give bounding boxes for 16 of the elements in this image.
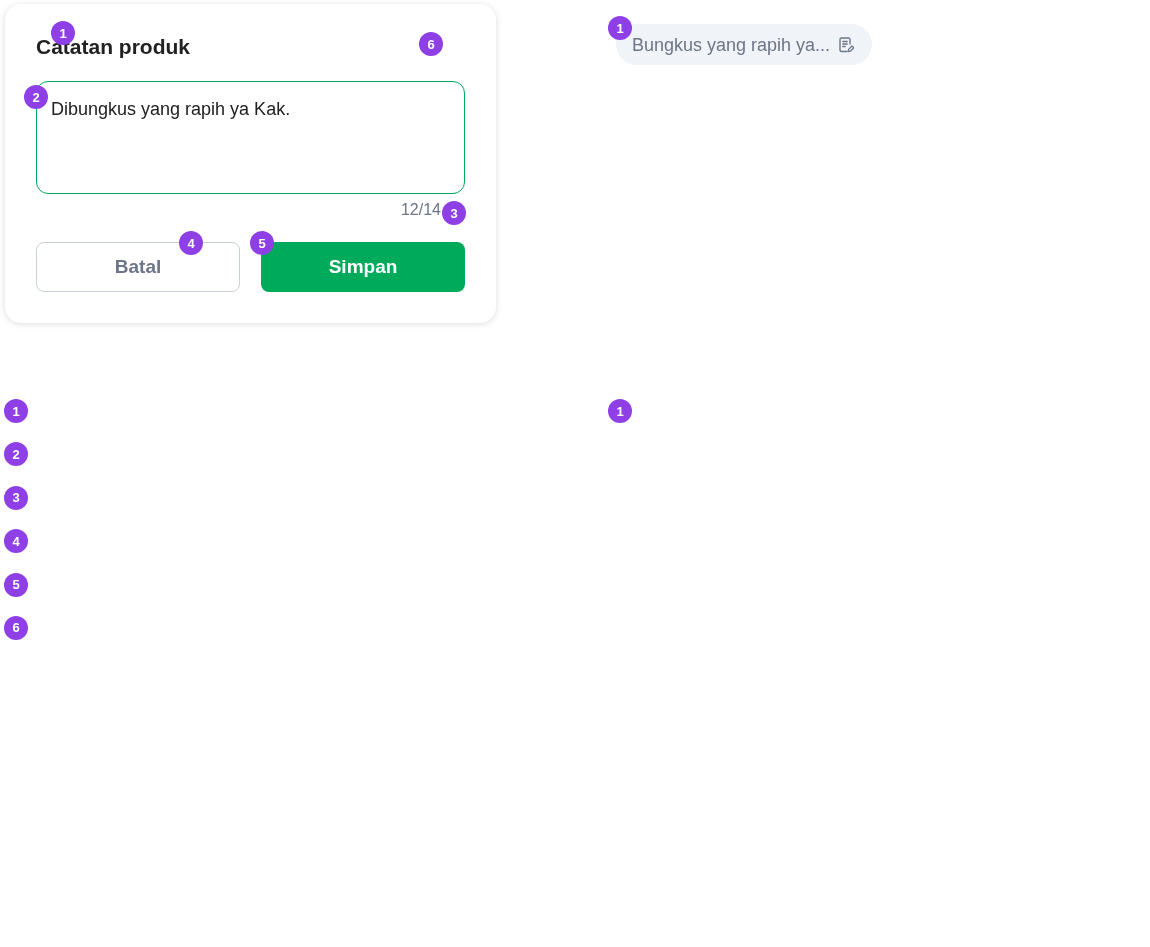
number-badge: 1 [4, 399, 28, 423]
number-badge: 5 [4, 572, 28, 597]
number-badge: 2 [4, 442, 28, 467]
number-badge: 1 [608, 16, 632, 40]
number-badge: 6 [4, 615, 28, 640]
number-badge: 5 [250, 231, 274, 255]
note-edit-icon [838, 36, 855, 53]
number-badge: 3 [442, 201, 466, 225]
note-preview-text: Bungkus yang rapih ya... [632, 33, 831, 56]
number-badge: 2 [24, 85, 48, 109]
number-badge: 3 [4, 485, 28, 510]
number-badge: 4 [179, 231, 203, 255]
number-badge: 6 [419, 32, 443, 56]
character-counter: 12/14 [400, 200, 441, 220]
number-badge: 1 [608, 399, 632, 423]
number-badge: 4 [4, 529, 28, 554]
